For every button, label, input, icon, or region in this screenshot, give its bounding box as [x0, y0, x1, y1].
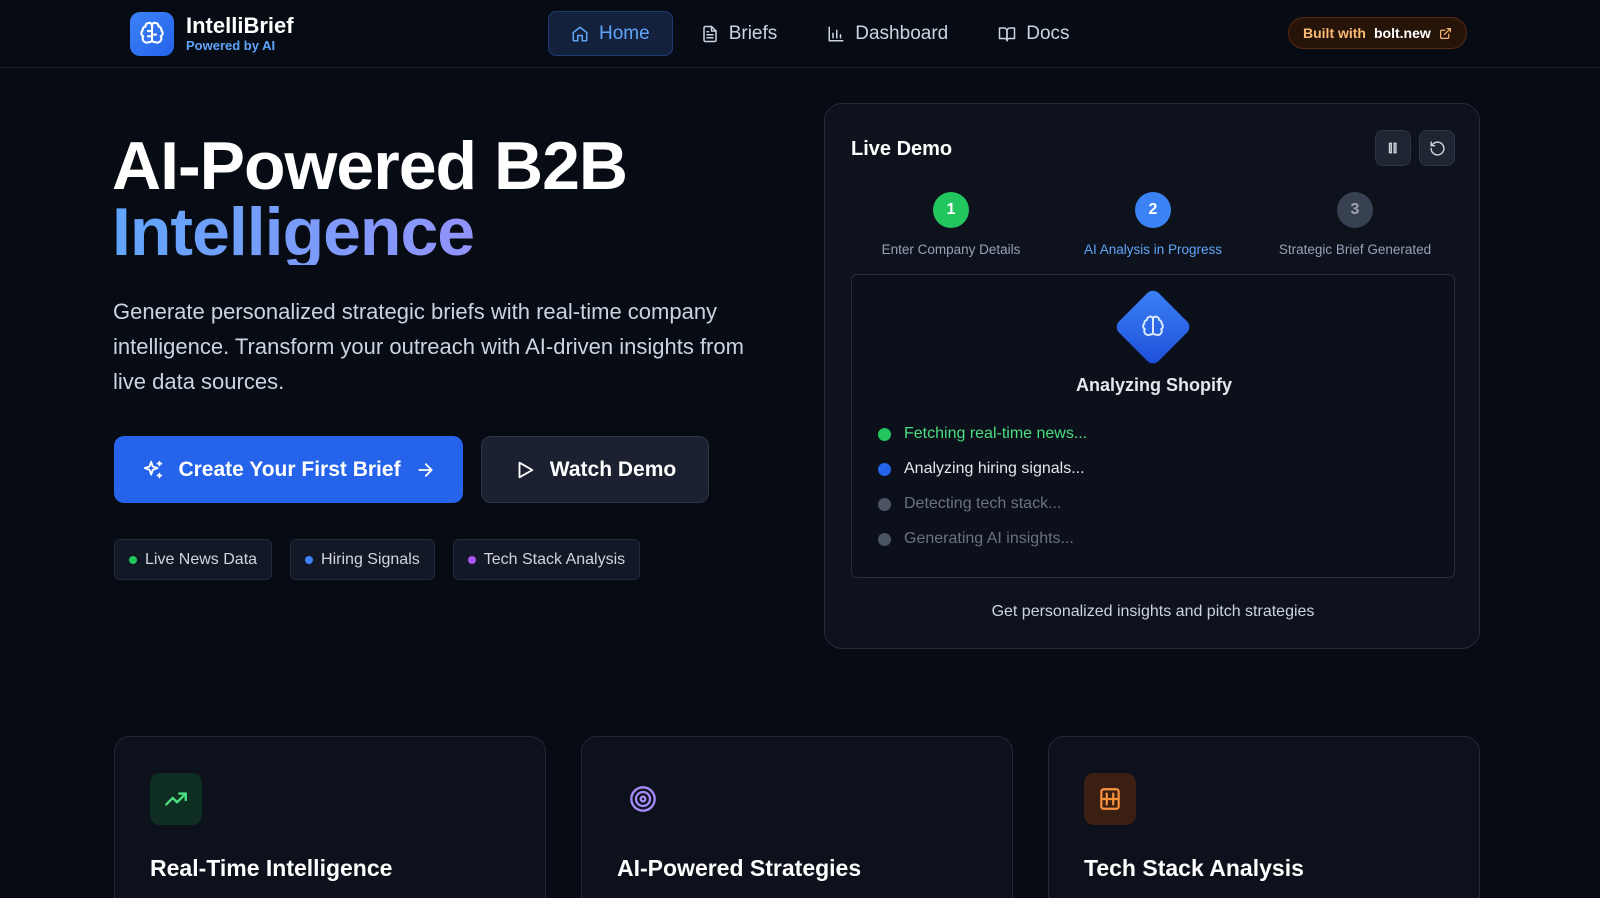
brand-title: IntelliBrief	[186, 13, 294, 38]
task-item: Generating AI insights...	[878, 530, 1087, 548]
target-icon	[617, 773, 669, 825]
tag-live-news: Live News Data	[114, 539, 273, 580]
brain-icon	[130, 12, 174, 56]
status-dot	[878, 532, 891, 546]
feature-card-realtime: Real-Time Intelligence	[114, 736, 546, 898]
create-first-brief-label: Create Your First Brief	[178, 457, 401, 481]
brand-subtitle: Powered by AI	[186, 38, 276, 53]
demo-steps: 1 Enter Company Details 2 AI Analysis in…	[851, 192, 1455, 257]
feature-card-title: Real-Time Intelligence	[150, 855, 393, 881]
analysis-task-list: Fetching real-time news... Analyzing hir…	[878, 425, 1087, 548]
task-item: Detecting tech stack...	[878, 495, 1087, 513]
server-icon	[1084, 773, 1136, 825]
hero-title: AI-Powered B2B Intelligence	[112, 132, 628, 266]
step-label: Enter Company Details	[881, 242, 1021, 257]
live-demo-panel: Live Demo 1 Enter Company Details 2 AI A…	[824, 103, 1480, 649]
task-item: Fetching real-time news...	[878, 425, 1087, 443]
create-first-brief-button[interactable]: Create Your First Brief	[114, 436, 463, 503]
status-dot	[305, 555, 314, 564]
status-dot	[878, 497, 891, 511]
external-link-icon	[1439, 27, 1451, 39]
play-icon	[518, 461, 534, 478]
trending-up-icon	[150, 773, 202, 825]
feature-card-techstack: Tech Stack Analysis	[1048, 736, 1480, 898]
hero-title-line1: AI-Powered B2B	[112, 128, 628, 204]
task-item: Analyzing hiring signals...	[878, 460, 1087, 478]
status-dot	[129, 555, 137, 564]
hero-description: Generate personalized strategic briefs w…	[113, 299, 744, 394]
main-nav: Home Briefs Dashboard Docs	[548, 11, 1092, 56]
feature-card-title: Tech Stack Analysis	[1084, 855, 1304, 881]
status-dot	[878, 427, 891, 441]
top-navbar: IntelliBrief Powered by AI Home Briefs D…	[0, 0, 1600, 68]
tag-hiring-signals: Hiring Signals	[290, 539, 435, 580]
feature-card-strategies: AI-Powered Strategies	[581, 736, 1013, 898]
book-icon	[998, 26, 1016, 41]
analysis-title: Analyzing Shopify	[1075, 375, 1232, 395]
tag-label: Tech Stack Analysis	[483, 550, 626, 568]
badge-prefix: Built with	[1303, 25, 1366, 41]
sparkles-icon	[144, 460, 163, 478]
nav-dashboard[interactable]: Dashboard	[805, 11, 970, 56]
task-label: Detecting tech stack...	[904, 495, 1062, 512]
pause-button[interactable]	[1375, 130, 1411, 166]
feature-card-title: AI-Powered Strategies	[617, 855, 862, 881]
arrow-right-icon	[417, 462, 433, 477]
home-icon	[572, 26, 588, 41]
restart-button[interactable]	[1419, 130, 1455, 166]
nav-docs[interactable]: Docs	[976, 11, 1091, 56]
step-3: 3 Strategic Brief Generated	[1255, 192, 1455, 257]
built-with-bolt-badge[interactable]: Built with bolt.new	[1288, 17, 1467, 49]
rotate-ccw-icon	[1429, 140, 1445, 156]
watch-demo-label: Watch Demo	[549, 457, 677, 481]
task-label: Analyzing hiring signals...	[904, 460, 1085, 477]
demo-title: Live Demo	[851, 138, 953, 160]
step-label: AI Analysis in Progress	[1083, 242, 1223, 257]
nav-dashboard-label: Dashboard	[855, 22, 949, 44]
task-label: Generating AI insights...	[904, 530, 1074, 547]
brain-icon	[1135, 309, 1171, 345]
nav-home-label: Home	[599, 22, 650, 44]
badge-name: bolt.new	[1374, 25, 1431, 41]
tag-label: Live News Data	[145, 550, 258, 568]
step-number: 2	[1135, 192, 1171, 228]
status-dot	[878, 462, 891, 476]
step-number: 1	[933, 192, 969, 228]
bar-chart-icon	[828, 26, 844, 41]
demo-footer-text: Get personalized insights and pitch stra…	[991, 603, 1315, 620]
brand-logo[interactable]: IntelliBrief Powered by AI	[130, 12, 294, 56]
analysis-box: Analyzing Shopify Fetching real-time new…	[851, 274, 1455, 578]
document-icon	[702, 25, 717, 42]
step-1: 1 Enter Company Details	[851, 192, 1051, 257]
feature-tags: Live News Data Hiring Signals Tech Stack…	[114, 539, 641, 580]
nav-briefs-label: Briefs	[728, 22, 778, 44]
task-label: Fetching real-time news...	[904, 425, 1088, 442]
tag-tech-stack: Tech Stack Analysis	[452, 539, 641, 580]
pause-icon	[1388, 142, 1397, 154]
step-2: 2 AI Analysis in Progress	[1053, 192, 1253, 257]
status-dot	[467, 555, 476, 564]
watch-demo-button[interactable]: Watch Demo	[481, 436, 709, 503]
nav-briefs[interactable]: Briefs	[679, 11, 800, 56]
step-number: 3	[1337, 192, 1373, 228]
nav-home[interactable]: Home	[548, 11, 673, 56]
tag-label: Hiring Signals	[321, 550, 420, 568]
step-label: Strategic Brief Generated	[1278, 242, 1432, 257]
hero-title-line2: Intelligence	[112, 198, 627, 266]
nav-docs-label: Docs	[1026, 22, 1070, 44]
